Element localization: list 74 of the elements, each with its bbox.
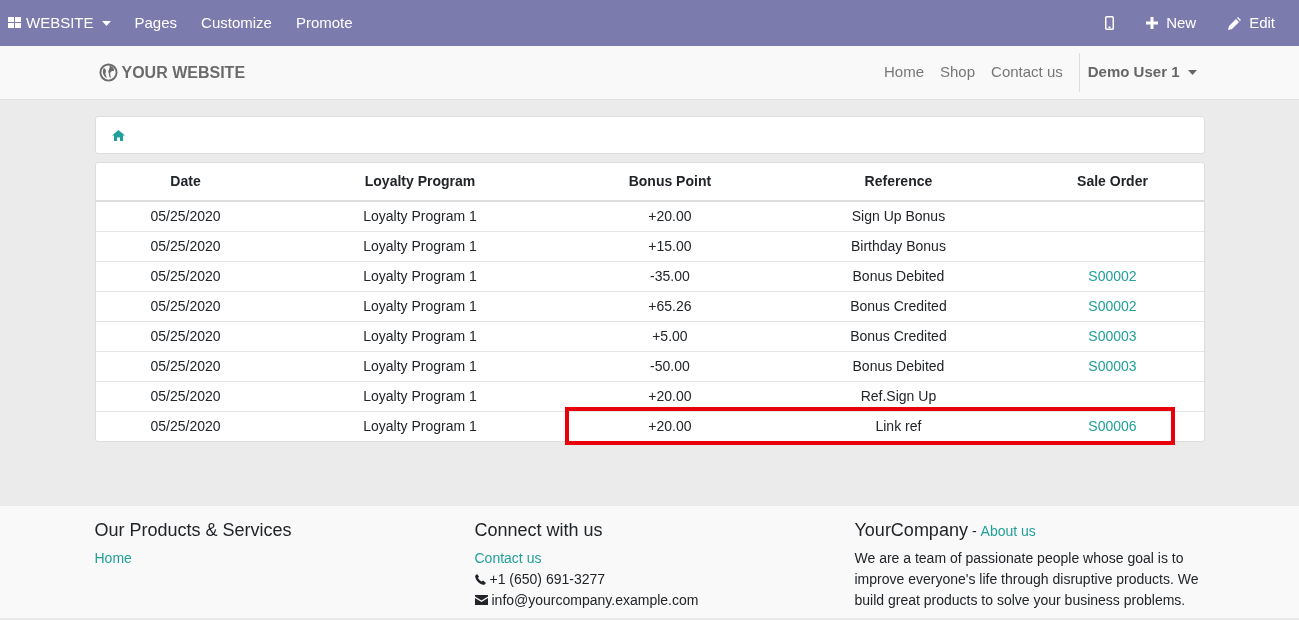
nav-link[interactable]: Contact us <box>983 61 1071 84</box>
order-link[interactable]: S00003 <box>1088 357 1137 374</box>
column-header: Sale Order <box>1021 163 1204 201</box>
table-cell: -35.00 <box>564 261 776 291</box>
column-header: Bonus Point <box>564 163 776 201</box>
order-link[interactable]: S00002 <box>1088 297 1137 314</box>
table-cell: Bonus Debited <box>775 261 1022 291</box>
envelope-icon <box>474 595 488 606</box>
table-cell: 05/25/2020 <box>95 351 276 381</box>
table-cell: +20.00 <box>564 201 776 231</box>
table-cell: +5.00 <box>564 321 776 351</box>
table-cell: +15.00 <box>564 231 776 261</box>
website-menu[interactable]: WEBSITE <box>8 11 111 35</box>
table-cell: Link ref <box>775 411 1022 441</box>
table-cell: Loyalty Program 1 <box>275 291 565 321</box>
footer-heading: Connect with us <box>474 520 604 542</box>
table-cell: Loyalty Program 1 <box>275 381 565 411</box>
nav-link[interactable]: Home <box>876 61 932 84</box>
home-icon[interactable] <box>111 129 125 141</box>
email-address: info@yourcompany.example.com <box>491 590 699 610</box>
caret-icon <box>1187 70 1197 75</box>
table-cell: Bonus Credited <box>775 291 1022 321</box>
mobile-button[interactable] <box>1105 16 1115 30</box>
menu-item[interactable]: Promote <box>295 11 353 35</box>
table-cell: 05/25/2020 <box>95 381 276 411</box>
phone-number: +1 (650) 691-3277 <box>489 569 606 589</box>
table-cell: Birthday Bonus <box>775 231 1022 261</box>
table-cell: Bonus Credited <box>775 321 1022 351</box>
table-cell: -50.00 <box>564 351 776 381</box>
pencil-icon <box>1228 16 1242 30</box>
table-cell: Loyalty Program 1 <box>275 351 565 381</box>
table-cell: Loyalty Program 1 <box>275 261 565 291</box>
edit-button[interactable]: Edit <box>1228 11 1275 35</box>
table-cell: 05/25/2020 <box>95 291 276 321</box>
table-cell: 05/25/2020 <box>95 321 276 351</box>
nav-link[interactable]: Shop <box>932 61 984 84</box>
table-cell: +20.00 <box>564 411 776 441</box>
website-logo[interactable]: YOUR WEBSITE <box>94 60 246 85</box>
grid-icon <box>8 17 22 29</box>
table-cell: +20.00 <box>564 381 776 411</box>
footer-link[interactable]: Home <box>94 549 132 566</box>
order-link[interactable]: S00006 <box>1088 417 1137 434</box>
table-cell: Sign Up Bonus <box>775 201 1022 231</box>
plus-icon <box>1146 17 1159 29</box>
separator: - <box>971 523 977 540</box>
table-cell: Bonus Debited <box>775 351 1022 381</box>
table-cell: 05/25/2020 <box>95 231 276 261</box>
table-cell: Loyalty Program 1 <box>275 201 565 231</box>
order-link[interactable]: S00003 <box>1088 327 1137 344</box>
table-cell: 05/25/2020 <box>95 201 276 231</box>
table-cell: Loyalty Program 1 <box>275 321 565 351</box>
table-cell: 05/25/2020 <box>95 261 276 291</box>
phone-icon <box>474 573 486 585</box>
footer-heading: Our Products & Services <box>94 520 293 542</box>
table-cell: Loyalty Program 1 <box>275 231 565 261</box>
caret-icon <box>101 20 111 26</box>
company-description: We are a team of passionate people whose goal is to improve everyone's life through disruptive products. We build great products to solve your business problems. <box>854 548 1200 610</box>
order-link[interactable]: S00002 <box>1088 267 1137 284</box>
about-link[interactable]: About us <box>980 523 1036 540</box>
globe-icon <box>98 63 118 82</box>
menu-item[interactable]: Customize <box>201 11 272 35</box>
column-header: Loyalty Program <box>275 163 565 201</box>
footer-heading: YourCompany <box>854 520 968 542</box>
table-cell: Ref.Sign Up <box>775 381 1022 411</box>
contact-link[interactable]: Contact us <box>474 549 542 566</box>
user-menu[interactable]: Demo User 1 <box>1078 53 1205 92</box>
table-cell: Loyalty Program 1 <box>275 411 565 441</box>
table-cell: 05/25/2020 <box>95 411 276 441</box>
mobile-icon <box>1105 16 1115 30</box>
column-header: Reference <box>775 163 1022 201</box>
menu-item[interactable]: Pages <box>134 11 178 35</box>
table-cell: +65.26 <box>564 291 776 321</box>
column-header: Date <box>95 163 276 201</box>
new-button[interactable]: New <box>1146 11 1197 35</box>
